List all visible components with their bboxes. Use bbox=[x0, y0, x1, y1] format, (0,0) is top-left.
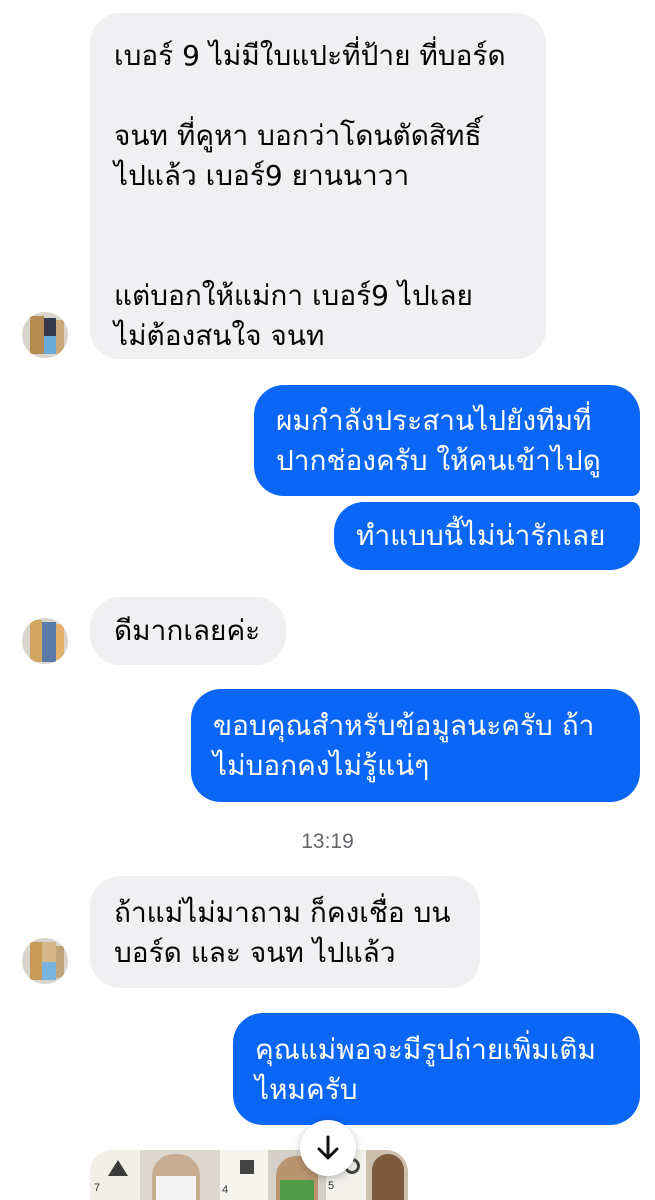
incoming-message-bubble[interactable]: ดีมากเลยค่ะ bbox=[90, 597, 286, 665]
candidate-number: 7 bbox=[94, 1182, 101, 1194]
outgoing-message-bubble[interactable]: คุณแม่พอจะมีรูปถ่ายเพิ่มเติม ไหมครับ bbox=[233, 1013, 640, 1125]
contact-avatar[interactable] bbox=[22, 618, 68, 664]
contact-avatar[interactable] bbox=[22, 938, 68, 984]
candidate-number: 5 bbox=[328, 1180, 335, 1192]
incoming-message-bubble[interactable]: ถ้าแม่ไม่มาถาม ก็คงเชื่อ บน บอร์ด และ จน… bbox=[90, 876, 480, 988]
photo-attachment-preview[interactable]: 7 4 5 bbox=[90, 1150, 408, 1200]
outgoing-message-bubble[interactable]: ทำแบบนี้ไม่น่ารักเลย bbox=[334, 502, 640, 570]
outgoing-message-bubble[interactable]: ผมกำลังประสานไปยังทีมที่ ปากช่องครับ ให้… bbox=[254, 385, 640, 496]
chat-screen: เบอร์ 9 ไม่มีใบแปะที่ป้าย ที่บอร์ด จนท ท… bbox=[0, 0, 655, 1200]
outgoing-message-bubble[interactable]: ขอบคุณสำหรับข้อมูลนะครับ ถ้า ไม่บอกคงไม่… bbox=[191, 689, 640, 802]
contact-avatar[interactable] bbox=[22, 312, 68, 358]
candidate-number: 4 bbox=[222, 1184, 229, 1196]
scroll-to-bottom-button[interactable] bbox=[300, 1120, 356, 1176]
message-timestamp: 13:19 bbox=[301, 830, 354, 853]
incoming-message-bubble[interactable]: เบอร์ 9 ไม่มีใบแปะที่ป้าย ที่บอร์ด จนท ท… bbox=[90, 13, 546, 359]
